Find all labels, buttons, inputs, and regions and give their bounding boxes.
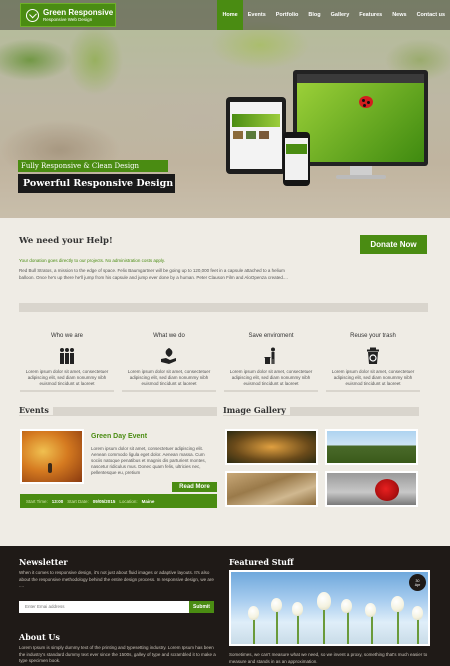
tulip-image <box>248 606 259 620</box>
rose-image <box>375 479 399 501</box>
gallery-image-forest-path[interactable] <box>225 429 318 465</box>
desktop-mockup <box>293 70 428 166</box>
newsletter-email-input[interactable] <box>19 601 189 613</box>
check-circle-icon <box>26 8 39 22</box>
phone-mockup <box>283 132 310 186</box>
location-value: Maine <box>141 498 155 504</box>
feature-divider <box>122 390 216 392</box>
gallery-image-rose[interactable] <box>325 471 418 507</box>
header: Green Responsive Responsive Web Design H… <box>0 0 450 30</box>
help-subtitle: Your donation goes directly to our proje… <box>19 258 166 263</box>
gallery-title: Image Gallery <box>223 405 290 415</box>
hero-tagline: Fully Responsive & Clean Design <box>18 160 168 172</box>
site-logo[interactable]: Green Responsive Responsive Web Design <box>20 3 116 27</box>
featured-date-badge: 30 Apr <box>409 574 426 591</box>
help-text: Red Bull Stratos, a mission to the edge … <box>19 268 288 280</box>
feature-divider <box>326 390 420 392</box>
trash-person-icon <box>224 346 318 366</box>
read-more-button[interactable]: Read More <box>172 482 217 492</box>
tulip-image <box>391 596 404 612</box>
newsletter-title: Newsletter <box>19 557 68 567</box>
location-label: Location: <box>119 498 138 504</box>
tulip-image <box>271 598 282 612</box>
feature-title: What we do <box>153 333 185 339</box>
gallery-image-trees[interactable] <box>325 429 418 465</box>
feature-text: Lorem ipsum dolor sit amet, consectetuer… <box>25 369 109 386</box>
feature-text: Lorem ipsum dolor sit amet, consectetuer… <box>331 369 415 386</box>
feature-title: Save enviroment <box>248 333 294 339</box>
gallery-image-logs[interactable] <box>225 471 318 507</box>
logo-title: Green Responsive <box>43 7 114 17</box>
tulip-image <box>365 603 376 617</box>
event-title[interactable]: Green Day Event <box>91 433 147 440</box>
newsletter-text: When it comes to responsive design, it's… <box>19 570 214 588</box>
start-date-value: 09/05/2015 <box>92 498 116 504</box>
section-divider <box>19 303 428 312</box>
donate-button[interactable]: Donate Now <box>360 235 427 254</box>
nav-gallery[interactable]: Gallery <box>326 0 355 30</box>
monitor-base <box>336 175 386 179</box>
featured-image[interactable] <box>229 570 430 646</box>
featured-title: Featured Stuff <box>229 557 294 567</box>
start-time-value: 13:00 <box>51 498 64 504</box>
feature-divider <box>224 390 318 392</box>
nav-events[interactable]: Events <box>243 0 271 30</box>
feature-save-environment: Save enviroment Lorem ipsum dolor sit am… <box>224 333 318 392</box>
about-title: About Us <box>19 632 60 642</box>
feature-reuse-trash: Reuse your trash Lorem ipsum dolor sit a… <box>326 333 420 392</box>
tulip-image <box>341 599 352 613</box>
help-title: We need your Help! <box>19 236 113 246</box>
logo-subtitle: Responsive Web Design <box>43 16 93 22</box>
ladybug-image <box>359 96 373 108</box>
nav-home[interactable]: Home <box>217 0 243 30</box>
events-title: Events <box>19 405 53 415</box>
people-icon <box>20 346 114 366</box>
feature-divider <box>20 390 114 392</box>
feature-what-we-do: What we do Lorem ipsum dolor sit amet, c… <box>122 333 216 392</box>
start-time-label: Start Time: <box>26 498 48 504</box>
feature-title: Reuse your trash <box>350 333 396 339</box>
tulip-image <box>292 602 303 616</box>
hero-banner: Fully Responsive & Clean Design Powerful… <box>0 0 450 218</box>
featured-text: Sometimes, we can't measure what we need… <box>229 652 428 664</box>
hand-leaf-icon <box>122 346 216 366</box>
hero-headline: Powerful Responsive Design <box>18 174 175 193</box>
event-description: Lorem ipsum dolor sit amet, consectetuer… <box>91 446 206 475</box>
tulip-image <box>412 606 423 620</box>
tablet-mockup <box>226 97 286 174</box>
nav-blog[interactable]: Blog <box>303 0 325 30</box>
event-image[interactable] <box>20 429 84 484</box>
nav-contact[interactable]: Contact us <box>412 0 450 30</box>
start-date-label: Start Date: <box>67 498 89 504</box>
featured-date-month: Apr <box>414 583 421 587</box>
feature-text: Lorem ipsum dolor sit amet, consectetuer… <box>127 369 211 386</box>
nav-features[interactable]: Features <box>354 0 387 30</box>
newsletter-submit-button[interactable]: Submit <box>189 601 214 613</box>
main-nav: Home Events Portfolio Blog Gallery Featu… <box>217 0 450 30</box>
feature-text: Lorem ipsum dolor sit amet, consectetuer… <box>229 369 313 386</box>
recycle-bin-icon <box>326 346 420 366</box>
feature-title: Who we are <box>50 333 83 339</box>
feature-who-we-are: Who we are Lorem ipsum dolor sit amet, c… <box>20 333 114 392</box>
tulip-image <box>317 592 331 610</box>
about-text: Lorem Ipsum is simply dummy text of the … <box>19 645 216 663</box>
nav-news[interactable]: News <box>387 0 411 30</box>
event-details-bar: Start Time: 13:00 Start Date: 09/05/2015… <box>20 494 217 508</box>
nav-portfolio[interactable]: Portfolio <box>271 0 304 30</box>
